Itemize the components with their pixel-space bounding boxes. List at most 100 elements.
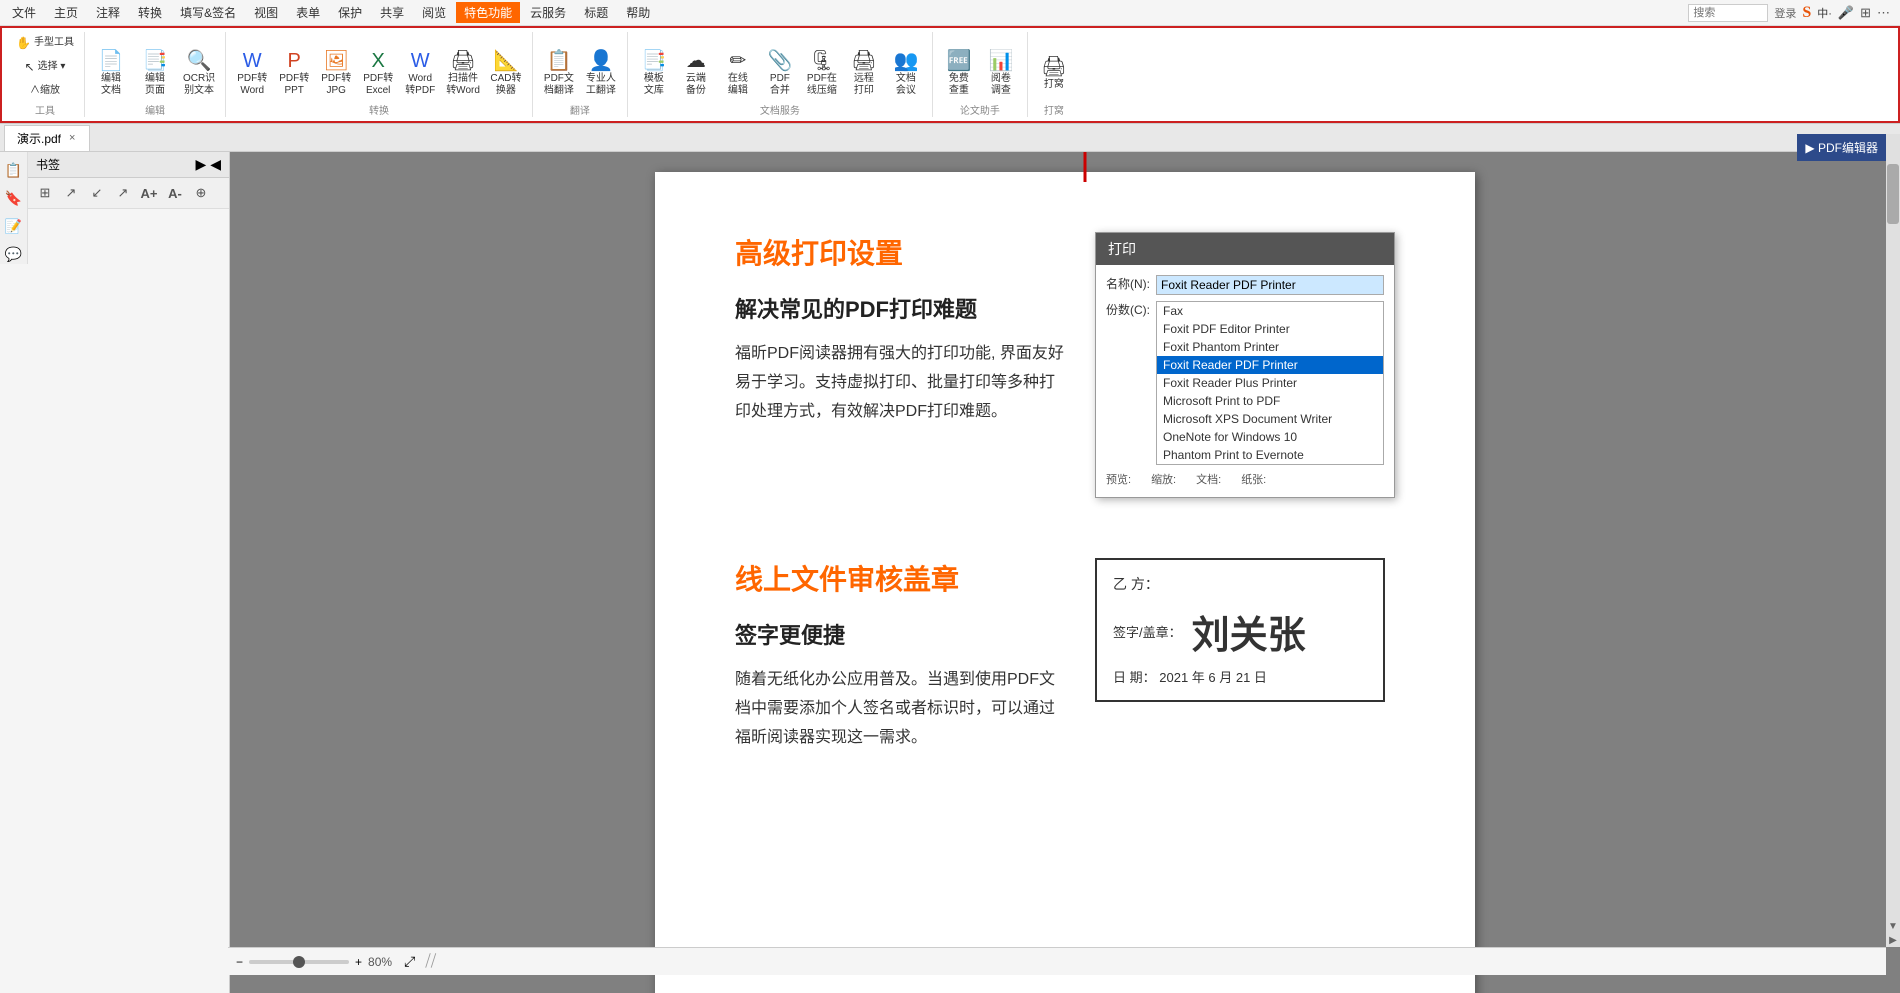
sidebar-tool-4[interactable]: ↗ xyxy=(112,182,134,204)
search-input[interactable] xyxy=(1688,4,1768,22)
menu-special[interactable]: 特色功能 xyxy=(456,2,520,23)
login-button[interactable]: 登录 xyxy=(1774,5,1796,21)
printer-foxit-reader[interactable]: Foxit Reader PDF Printer xyxy=(1157,356,1383,374)
zoom-out-button[interactable]: − xyxy=(236,955,243,969)
template-button[interactable]: 📑 模板文库 xyxy=(634,44,674,102)
scrollbar-thumb[interactable] xyxy=(1887,164,1899,224)
edit-page-button[interactable]: 📑 编辑页面 xyxy=(135,44,175,102)
sidebar-tool-7[interactable]: ⊕ xyxy=(190,182,212,204)
pdf-compress-button[interactable]: 🗜 PDF在线压缩 xyxy=(802,44,842,102)
ocr-button[interactable]: 🔍 OCR识别文本 xyxy=(179,44,219,102)
menu-fillsign[interactable]: 填写&签名 xyxy=(172,2,244,23)
mic-icon[interactable]: 🎤 xyxy=(1838,5,1854,21)
section-1-title: 高级打印设置 xyxy=(735,232,1065,272)
sidebar-expand-icon[interactable]: ▶ xyxy=(195,156,206,173)
sig-date-row: 日 期： 2021 年 6 月 21 日 xyxy=(1113,667,1367,686)
printer-foxit-phantom[interactable]: Foxit Phantom Printer xyxy=(1157,338,1383,356)
word-to-pdf-button[interactable]: W Word转PDF xyxy=(400,44,440,102)
menu-subtitle[interactable]: 标题 xyxy=(576,2,616,23)
sidebar-collapse-icon[interactable]: ◀ xyxy=(210,156,221,173)
scan-to-word-button[interactable]: 🖨 扫描件转Word xyxy=(442,44,484,102)
zoom-in-button[interactable]: + xyxy=(355,955,362,969)
tab-bar: 演示.pdf × xyxy=(0,124,1900,152)
edit-doc-button[interactable]: 📄 编辑文档 xyxy=(91,44,131,102)
menu-share[interactable]: 共享 xyxy=(372,2,412,23)
sidebar-page-icon[interactable]: 📋 xyxy=(4,160,24,180)
more-icon[interactable]: ⋯ xyxy=(1877,5,1890,21)
sidebar-tool-3[interactable]: ↙ xyxy=(86,182,108,204)
sig-name: 刘关张 xyxy=(1192,604,1306,659)
doc-meeting-button[interactable]: 👥 文档会议 xyxy=(886,44,926,102)
sidebar-comment-icon[interactable]: 💬 xyxy=(4,244,24,264)
sig-label: 签字/盖章： xyxy=(1113,622,1182,641)
cloud-backup-button[interactable]: ☁ 云端备份 xyxy=(676,44,716,102)
printer-foxit-editor[interactable]: Foxit PDF Editor Printer xyxy=(1157,320,1383,338)
pdf-translate-button[interactable]: 📋 PDF文档翻译 xyxy=(539,44,579,102)
pdf-merge-button[interactable]: 📎 PDF合并 xyxy=(760,44,800,102)
menu-file[interactable]: 文件 xyxy=(4,2,44,23)
sidebar-notes-icon[interactable]: 📝 xyxy=(4,216,24,236)
bottom-decoration: ⧸⧸ xyxy=(425,953,436,971)
menu-view[interactable]: 视图 xyxy=(246,2,286,23)
printer-ms-pdf[interactable]: Microsoft Print to PDF xyxy=(1157,392,1383,410)
sogou-logo: S xyxy=(1802,4,1811,22)
online-edit-button[interactable]: ✏ 在线编辑 xyxy=(718,44,758,102)
printer-phantom-evernote[interactable]: Phantom Print to Evernote xyxy=(1157,446,1383,464)
pro-translate-button[interactable]: 👤 专业人工翻译 xyxy=(581,44,621,102)
menu-bar: 文件 主页 注释 转换 填写&签名 视图 表单 保护 共享 阅览 特色功能 云服… xyxy=(0,0,1900,26)
pdf-to-word-button[interactable]: W PDF转Word xyxy=(232,44,272,102)
sidebar-header: 书签 ▶ ◀ xyxy=(28,152,229,178)
section-2-title: 线上文件审核盖章 xyxy=(735,558,1065,598)
sig-date-value: 2021 年 6 月 21 日 xyxy=(1159,670,1267,685)
sidebar-tool-6[interactable]: A- xyxy=(164,182,186,204)
printer-onenote[interactable]: OneNote for Windows 10 xyxy=(1157,428,1383,446)
sidebar-left-icons: 📋 🔖 📝 💬 xyxy=(0,152,28,264)
section-2: 线上文件审核盖章 签字更便捷 随着无纸化办公应用普及。当遇到使用PDF文档中需要… xyxy=(735,558,1395,792)
menu-browse[interactable]: 阅览 xyxy=(414,2,454,23)
print-name-input[interactable] xyxy=(1156,275,1384,295)
print-list-container: Fax Foxit PDF Editor Printer Foxit Phant… xyxy=(1156,301,1384,465)
pdf-to-ppt-button[interactable]: P PDF转PPT xyxy=(274,44,314,102)
pdf-to-excel-button[interactable]: X PDF转Excel xyxy=(358,44,398,102)
print-copies-label: 份数(C): xyxy=(1106,301,1156,318)
sidebar-tool-2[interactable]: ↗ xyxy=(60,182,82,204)
free-check-button[interactable]: 🆓 免费查重 xyxy=(939,44,979,102)
zoom-slider[interactable] xyxy=(249,960,349,964)
sidebar-bookmark-icon[interactable]: 🔖 xyxy=(4,188,24,208)
scroll-right-icon[interactable]: ▶ xyxy=(1887,935,1899,947)
tab-close-button[interactable]: × xyxy=(67,132,77,144)
remote-print-button[interactable]: 🖨 远程打印 xyxy=(844,44,884,102)
section-1-body: 福昕PDF阅读器拥有强大的打印功能, 界面友好易于学习。支持虚拟打印、批量打印等… xyxy=(735,340,1065,426)
hand-tool-button[interactable]: ✋ 手型工具 xyxy=(12,32,78,54)
menu-help[interactable]: 帮助 xyxy=(618,2,658,23)
pdf-tab[interactable]: 演示.pdf × xyxy=(4,125,90,151)
print-preview-label: 预览: xyxy=(1106,471,1131,487)
printer-fax[interactable]: Fax xyxy=(1157,302,1383,320)
menu-form[interactable]: 表单 xyxy=(288,2,328,23)
select-tool-button[interactable]: ↖ 选择 ▾ xyxy=(12,56,78,78)
sidebar-tool-1[interactable]: ⊞ xyxy=(34,182,56,204)
grid-icon[interactable]: ⊞ xyxy=(1860,5,1871,21)
zoom-slider-thumb[interactable] xyxy=(293,956,305,968)
inquiry-button[interactable]: 📊 阅卷调查 xyxy=(981,44,1021,102)
print-name-label: 名称(N): xyxy=(1106,275,1156,292)
print-button[interactable]: 🖨 打窝 xyxy=(1034,44,1074,102)
menu-annotate[interactable]: 注释 xyxy=(88,2,128,23)
scroll-down-icon[interactable]: ▼ xyxy=(1887,921,1899,933)
fullscreen-button[interactable]: ⤢ xyxy=(404,953,415,970)
shrink-button[interactable]: ∧缩放 xyxy=(12,80,78,102)
cad-converter-button[interactable]: 📐 CAD转换器 xyxy=(486,44,526,102)
printer-ms-xps[interactable]: Microsoft XPS Document Writer xyxy=(1157,410,1383,428)
pdf-editor-panel-label[interactable]: ▶ PDF编辑器 xyxy=(1797,134,1886,161)
menu-home[interactable]: 主页 xyxy=(46,2,86,23)
pdf-to-jpg-button[interactable]: 🖼 PDF转JPG xyxy=(316,44,356,102)
menu-protect[interactable]: 保护 xyxy=(330,2,370,23)
print-printer-list: Fax Foxit PDF Editor Printer Foxit Phant… xyxy=(1156,301,1384,465)
sidebar-tool-5[interactable]: A+ xyxy=(138,182,160,204)
printer-foxit-plus[interactable]: Foxit Reader Plus Printer xyxy=(1157,374,1383,392)
sidebar: 📋 🔖 📝 💬 书签 ▶ ◀ ⊞ ↗ ↙ ↗ A+ xyxy=(0,152,230,993)
zoom-value-label: 80% xyxy=(368,955,392,969)
sig-date-label: 日 期： xyxy=(1113,670,1156,685)
menu-convert[interactable]: 转换 xyxy=(130,2,170,23)
menu-cloud[interactable]: 云服务 xyxy=(522,2,574,23)
